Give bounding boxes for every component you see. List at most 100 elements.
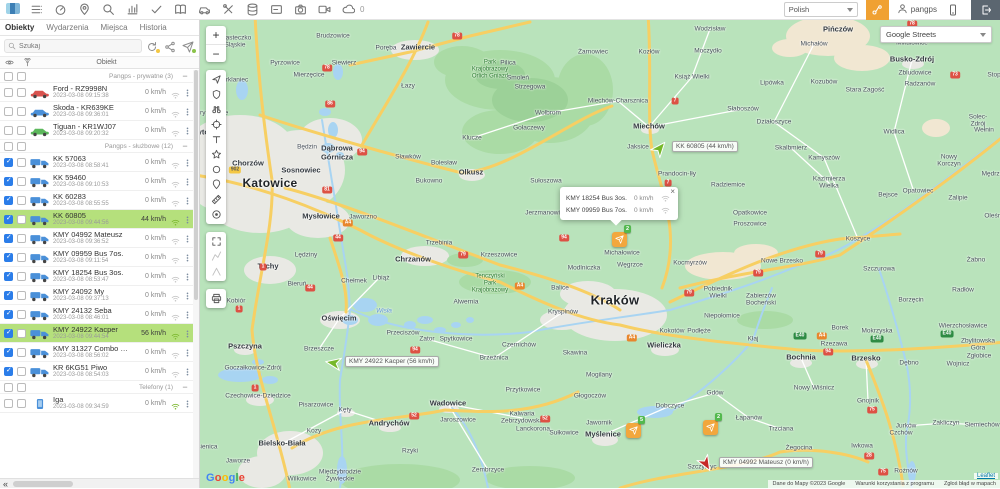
video-icon[interactable] — [318, 3, 332, 17]
eye-icon[interactable] — [5, 58, 14, 67]
angle-tool[interactable] — [208, 264, 224, 279]
popup-row[interactable]: KMY 09959 Bus 7os. 0 km/h — [566, 204, 672, 216]
follow-checkbox[interactable] — [17, 141, 26, 151]
search-icon[interactable] — [102, 3, 116, 17]
object-row[interactable]: KMY 24922 Kacper2023-03-08 09:44:54 56 km… — [0, 324, 193, 343]
follow-checkbox[interactable] — [17, 290, 26, 300]
vehicle-arrow-marker[interactable] — [695, 452, 714, 472]
print-tool[interactable] — [208, 291, 224, 306]
attribution-link[interactable]: Warunki korzystania z programu — [855, 481, 934, 487]
cluster-marker[interactable]: 2 — [703, 413, 722, 435]
row-menu-icon[interactable] — [183, 397, 193, 409]
follow-checkbox[interactable] — [17, 328, 26, 338]
follow-checkbox[interactable] — [17, 71, 26, 81]
visibility-checkbox[interactable] — [4, 398, 13, 408]
horizontal-scrollbar[interactable]: « — [0, 478, 199, 488]
collapse-group-icon[interactable]: − — [179, 71, 191, 81]
vehicle-arrow-marker[interactable] — [649, 140, 668, 160]
cloud-sync-icon[interactable] — [342, 3, 356, 17]
follow-checkbox[interactable] — [17, 176, 26, 186]
visibility-checkbox[interactable] — [4, 366, 13, 376]
row-menu-icon[interactable] — [183, 289, 193, 301]
collapse-group-icon[interactable]: − — [179, 382, 191, 392]
terminal-panel-icon[interactable] — [270, 3, 284, 17]
attribution-link[interactable]: Zgłoś błąd w mapach — [944, 481, 996, 487]
shield-tool[interactable] — [208, 87, 224, 102]
follow-checkbox[interactable] — [17, 252, 26, 262]
search-input[interactable] — [19, 42, 138, 50]
visibility-checkbox[interactable] — [4, 71, 13, 81]
object-row[interactable]: Tiguan - KR1WJ07 2023-03-08 09:20:32 0 km/… — [0, 121, 193, 140]
row-menu-icon[interactable] — [183, 194, 193, 206]
row-menu-icon[interactable] — [183, 156, 193, 168]
camera-icon[interactable] — [294, 3, 308, 17]
visibility-checkbox[interactable] — [4, 141, 13, 151]
group-row[interactable]: Pangps - prywatne (3) − — [0, 70, 193, 83]
row-menu-icon[interactable] — [183, 175, 193, 187]
row-menu-icon[interactable] — [183, 124, 193, 136]
mobile-app-button[interactable] — [947, 3, 961, 17]
vehicles-icon[interactable] — [198, 3, 212, 17]
follow-icon[interactable] — [146, 40, 160, 53]
visibility-checkbox[interactable] — [4, 347, 13, 357]
collapse-sidebar-button[interactable]: « — [0, 479, 11, 488]
visibility-checkbox[interactable] — [4, 290, 13, 300]
search-box[interactable] — [4, 39, 142, 53]
object-row[interactable]: KMY 04992 Mateusz2023-03-08 09:36:52 0 km… — [0, 229, 193, 248]
language-select[interactable]: Polish — [783, 2, 858, 17]
follow-checkbox[interactable] — [17, 125, 26, 135]
visibility-checkbox[interactable] — [4, 176, 13, 186]
tools-icon[interactable] — [222, 3, 236, 17]
popup-row[interactable]: KMY 18254 Bus 3os. 0 km/h — [566, 192, 672, 204]
map[interactable]: Miasteczko Śląskie Brudzowice Poręba Zawier… — [200, 20, 1000, 488]
nav-arrow-tool[interactable] — [208, 72, 224, 87]
attribution-link[interactable]: Dane do Mapy ©2023 Google — [772, 481, 845, 487]
map-type-select[interactable]: Google Streets — [880, 26, 992, 43]
row-menu-icon[interactable] — [183, 251, 193, 263]
leaflet-link[interactable]: Leaflet — [973, 473, 998, 479]
row-menu-icon[interactable] — [183, 232, 193, 244]
report-chart-icon[interactable] — [126, 3, 140, 17]
vehicle-arrow-marker[interactable] — [324, 355, 343, 372]
follow-checkbox[interactable] — [17, 157, 26, 167]
binoculars-tool[interactable] — [208, 102, 224, 117]
object-row[interactable]: KK 602832023-03-08 08:55:55 0 km/h — [0, 191, 193, 210]
object-row[interactable]: KK 570632023-03-08 08:58:41 0 km/h — [0, 153, 193, 172]
object-row[interactable]: KK 608052023-03-08 09:44:56 44 km/h — [0, 210, 193, 229]
follow-checkbox[interactable] — [17, 347, 26, 357]
marker-pin-tool[interactable] — [208, 177, 224, 192]
follow-checkbox[interactable] — [17, 382, 26, 392]
follow-checkbox[interactable] — [17, 87, 26, 97]
object-row[interactable]: KMY 24092 My2023-03-08 09:37:13 0 km/h — [0, 286, 193, 305]
follow-checkbox[interactable] — [17, 398, 26, 408]
vehicle-map-label[interactable]: KK 60805 (44 km/h) — [672, 141, 738, 152]
tab-wydarzenia[interactable]: Wydarzenia — [46, 23, 88, 32]
row-menu-icon[interactable] — [183, 308, 193, 320]
logbook-icon[interactable] — [174, 3, 188, 17]
visibility-checkbox[interactable] — [4, 233, 13, 243]
visibility-checkbox[interactable] — [4, 106, 13, 116]
object-row[interactable]: Iga 2023-03-08 09:34:59 0 km/h — [0, 394, 193, 413]
visibility-checkbox[interactable] — [4, 382, 13, 392]
send-icon[interactable] — [182, 40, 196, 53]
follow-checkbox[interactable] — [17, 106, 26, 116]
row-menu-icon[interactable] — [183, 105, 193, 117]
scrollbar-thumb[interactable] — [13, 480, 74, 487]
object-row[interactable]: Skoda - KR639KE 2023-03-08 09:36:01 0 km/h — [0, 102, 193, 121]
dashboard-gauge-icon[interactable] — [54, 3, 68, 17]
user-menu[interactable]: pangps — [897, 3, 937, 16]
object-row[interactable]: KMY 31327 Combo Pat...2023-03-08 08:56:0… — [0, 343, 193, 362]
follow-checkbox[interactable] — [17, 233, 26, 243]
close-icon[interactable]: × — [670, 188, 675, 196]
visibility-checkbox[interactable] — [4, 214, 13, 224]
menu-list-icon[interactable] — [30, 3, 44, 17]
location-pin-icon[interactable] — [78, 3, 92, 17]
follow-checkbox[interactable] — [17, 366, 26, 376]
tab-obiekty[interactable]: Obiekty — [5, 23, 34, 32]
vehicle-map-label[interactable]: KMY 04992 Mateusz (0 km/h) — [719, 457, 813, 468]
target-tool[interactable] — [208, 117, 224, 132]
polyline-tool[interactable] — [208, 249, 224, 264]
row-menu-icon[interactable] — [183, 346, 193, 358]
row-menu-icon[interactable] — [183, 327, 193, 339]
database-icon[interactable] — [246, 3, 260, 17]
